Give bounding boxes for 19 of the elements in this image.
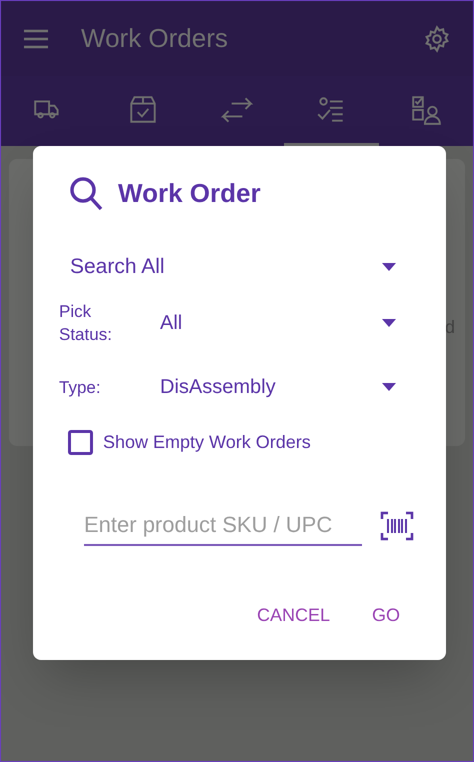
menu-icon[interactable] <box>23 28 49 48</box>
dialog-title: Work Order <box>118 177 261 210</box>
search-icon <box>69 176 103 212</box>
field-label: Type: <box>59 376 102 398</box>
caret-icon <box>382 319 396 327</box>
caret-icon <box>382 263 396 271</box>
settings-icon[interactable] <box>423 24 451 52</box>
dropdown[interactable]: Search All <box>70 245 396 289</box>
dialog-button[interactable]: GO <box>366 596 406 635</box>
dropdown[interactable]: All <box>160 301 396 345</box>
dropdown[interactable]: DisAssembly <box>160 365 396 409</box>
app-title: Work Orders <box>81 22 228 55</box>
checkbox[interactable] <box>68 430 93 455</box>
field-label: Pick Status: <box>59 301 113 346</box>
caret-icon <box>382 383 396 391</box>
input-field[interactable]: Enter product SKU / UPC <box>84 506 362 546</box>
barcode-icon[interactable] <box>380 511 414 541</box>
checkbox-label: Show Empty Work Orders <box>103 431 311 454</box>
dialog-button[interactable]: CANCEL <box>250 596 336 635</box>
